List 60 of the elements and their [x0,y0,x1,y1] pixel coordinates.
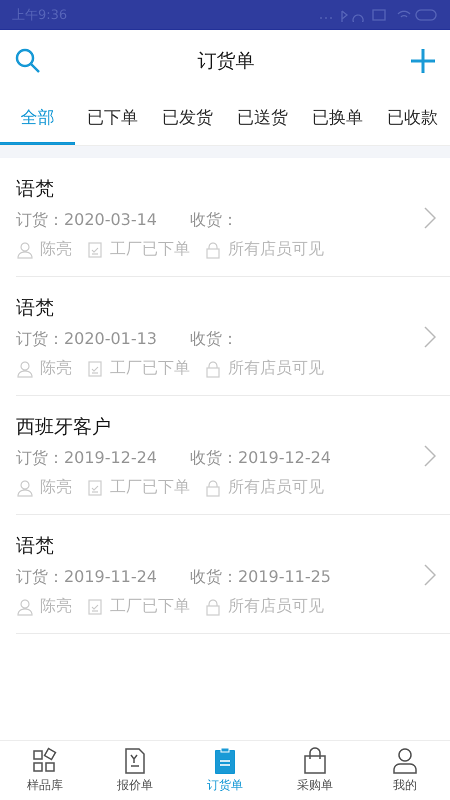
visibility-label: 所有店员可见 [228,596,324,617]
filter-tab[interactable]: 已下单 [75,92,150,145]
customer-name: 西班牙客户 [16,415,112,440]
checklist-icon [86,360,104,378]
order-date: 订货：2019-12-24 [16,448,158,469]
chevron-right-icon [424,207,436,229]
nav-tab[interactable]: 样品库 [0,741,90,800]
person-icon [16,240,34,258]
nav-tab[interactable]: 报价单 [90,741,180,800]
receive-date: 收货：2019-12-24 [190,448,332,469]
order-row[interactable]: 语梵 订货：2020-03-14 收货： 陈亮 工厂已下单 所有店员可见 [16,158,450,277]
staff-name: 陈亮 [40,239,72,260]
search-button[interactable] [14,47,42,75]
nav-tab[interactable]: 我的 [360,741,450,800]
chevron-right-icon [424,326,436,348]
staff-name: 陈亮 [40,477,72,498]
chevron-right-icon [424,564,436,586]
visibility-label: 所有店员可见 [228,477,324,498]
page-title: 订货单 [198,49,254,74]
order-status: 工厂已下单 [110,358,190,379]
lock-icon [204,240,222,258]
person-icon [392,747,418,775]
person-icon [16,598,34,616]
order-status: 工厂已下单 [110,477,190,498]
lock-icon [204,360,222,378]
order-date: 订货：2020-03-14 [16,210,158,231]
shopping-bag-icon [302,747,328,775]
grid-icon [32,747,58,775]
filter-tab[interactable]: 已收款 [375,92,450,145]
checklist-icon [86,478,104,496]
checklist-icon [86,598,104,616]
order-status: 工厂已下单 [110,239,190,260]
filter-tab[interactable]: 已换单 [300,92,375,145]
order-status: 工厂已下单 [110,596,190,617]
lock-icon [204,478,222,496]
staff-name: 陈亮 [40,596,72,617]
order-row[interactable]: 语梵 订货：2019-11-24 收货：2019-11-25 陈亮 工厂已下单 所有店员可见 [16,515,450,634]
person-icon [16,360,34,378]
person-icon [16,478,34,496]
order-date: 订货：2020-01-13 [16,329,158,350]
customer-name: 语梵 [16,534,55,559]
visibility-label: 所有店员可见 [228,239,324,260]
customer-name: 语梵 [16,177,55,202]
receive-date: 收货：2019-11-25 [190,567,332,588]
nav-tab[interactable]: 采购单 [270,741,360,800]
chevron-right-icon [424,445,436,467]
add-button[interactable] [410,48,436,74]
receive-date: 收货： [190,329,239,350]
visibility-label: 所有店员可见 [228,358,324,379]
staff-name: 陈亮 [40,358,72,379]
filter-tab[interactable]: 已送货 [225,92,300,145]
filter-tab[interactable]: 已发货 [150,92,225,145]
order-row[interactable]: 语梵 订货：2020-01-13 收货： 陈亮 工厂已下单 所有店员可见 [16,277,450,396]
checklist-icon [86,240,104,258]
customer-name: 语梵 [16,296,55,321]
clipboard-icon [212,747,238,775]
order-date: 订货：2019-11-24 [16,567,158,588]
order-row[interactable]: 西班牙客户 订货：2019-12-24 收货：2019-12-24 陈亮 工厂已下单 所有店员可见 [16,396,450,515]
receive-date: 收货： [190,210,239,231]
lock-icon [204,598,222,616]
